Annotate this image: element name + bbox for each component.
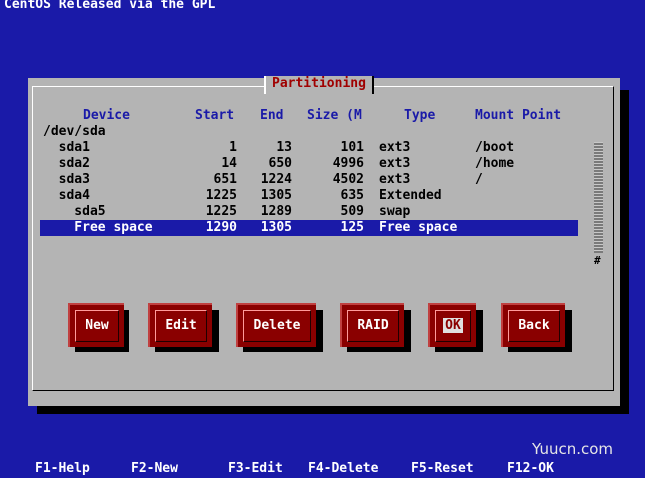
cell-end: 13 (276, 140, 292, 155)
scroll-marker: # (594, 254, 601, 267)
back-button-label: Back (518, 318, 550, 333)
cell-type: swap (379, 204, 411, 219)
cell-device: Free space (43, 220, 153, 235)
function-key-hint: F3-Edit (228, 461, 283, 476)
header-type: Type (404, 108, 436, 123)
header-mount-point: Mount Point (475, 108, 562, 123)
scrollbar-track (594, 142, 603, 253)
cell-mount: /home (475, 156, 515, 171)
cell-end: 1305 (260, 188, 292, 203)
partition-row[interactable]: /dev/sda (40, 124, 578, 140)
delete-button[interactable]: Delete (236, 303, 316, 347)
cell-start: 1290 (205, 220, 237, 235)
header-device: Device (83, 108, 130, 123)
cell-start: 651 (213, 172, 237, 187)
partition-row[interactable]: sda3 651 1224 4502 ext3 / (40, 172, 578, 188)
partitioning-dialog: Partitioning Device Start End Size (M Ty… (28, 76, 620, 406)
cell-start: 14 (221, 156, 237, 171)
edit-button[interactable]: Edit (148, 303, 212, 347)
cell-size: 4502 (332, 172, 364, 187)
cell-device: sda1 (43, 140, 90, 155)
cell-type: ext3 (379, 140, 411, 155)
cell-start: 1225 (205, 204, 237, 219)
list-scrollbar[interactable] (594, 142, 603, 253)
dialog-title: Partitioning (264, 76, 374, 94)
function-key-hint: F5-Reset (411, 461, 474, 476)
cell-device: sda4 (43, 188, 90, 203)
cell-end: 1305 (260, 220, 292, 235)
cell-type: ext3 (379, 172, 411, 187)
partition-row[interactable]: sda4 1225 1305 635 Extended (40, 188, 578, 204)
cell-device: sda2 (43, 156, 90, 171)
ok-button-label: OK (443, 318, 463, 333)
cell-end: 1224 (260, 172, 292, 187)
cell-size: 509 (340, 204, 364, 219)
cell-size: 4996 (332, 156, 364, 171)
partition-row[interactable]: Free space 1290 1305 125 Free space (40, 220, 578, 236)
cell-type: ext3 (379, 156, 411, 171)
back-button[interactable]: Back (501, 303, 565, 347)
cell-end: 1289 (260, 204, 292, 219)
function-key-hint: F2-New (131, 461, 178, 476)
function-key-hint: F1-Help (35, 461, 90, 476)
cell-mount: / (475, 172, 483, 187)
partition-row[interactable]: sda5 1225 1289 509 swap (40, 204, 578, 220)
delete-button-label: Delete (253, 318, 301, 333)
watermark: Yuucn.com (532, 440, 614, 458)
cell-end: 650 (268, 156, 292, 171)
ok-button[interactable]: OK (428, 303, 476, 347)
new-button[interactable]: New (68, 303, 124, 347)
cell-start: 1 (229, 140, 237, 155)
cell-type: Extended (379, 188, 442, 203)
cell-type: Free space (379, 220, 458, 235)
cell-size: 101 (340, 140, 364, 155)
header-start: Start (195, 108, 235, 123)
header-size: Size (M (307, 108, 362, 123)
cell-device: /dev/sda (43, 124, 106, 139)
edit-button-label: Edit (165, 318, 197, 333)
cell-mount: /boot (475, 140, 515, 155)
partition-row[interactable]: sda2 14 650 4996 ext3/home (40, 156, 578, 172)
cell-start: 1225 (205, 188, 237, 203)
partition-row[interactable]: sda1 1 13 101 ext3/boot (40, 140, 578, 156)
function-key-hint: F12-OK (507, 461, 554, 476)
top-status-text: CentOS Released via the GPL (4, 0, 216, 12)
cell-device: sda5 (43, 204, 106, 219)
cell-device: sda3 (43, 172, 90, 187)
raid-button-label: RAID (357, 318, 389, 333)
function-key-bar: F1-Help F2-New F3-Edit F4-Delete F5-Reset F12… (0, 461, 645, 478)
header-end: End (260, 108, 284, 123)
cell-size: 125 (340, 220, 364, 235)
function-key-hint: F4-Delete (308, 461, 379, 476)
new-button-label: New (85, 318, 109, 333)
cell-size: 635 (340, 188, 364, 203)
raid-button[interactable]: RAID (340, 303, 404, 347)
partition-list[interactable]: Device Start End Size (M Type Mount Poin… (40, 108, 600, 273)
